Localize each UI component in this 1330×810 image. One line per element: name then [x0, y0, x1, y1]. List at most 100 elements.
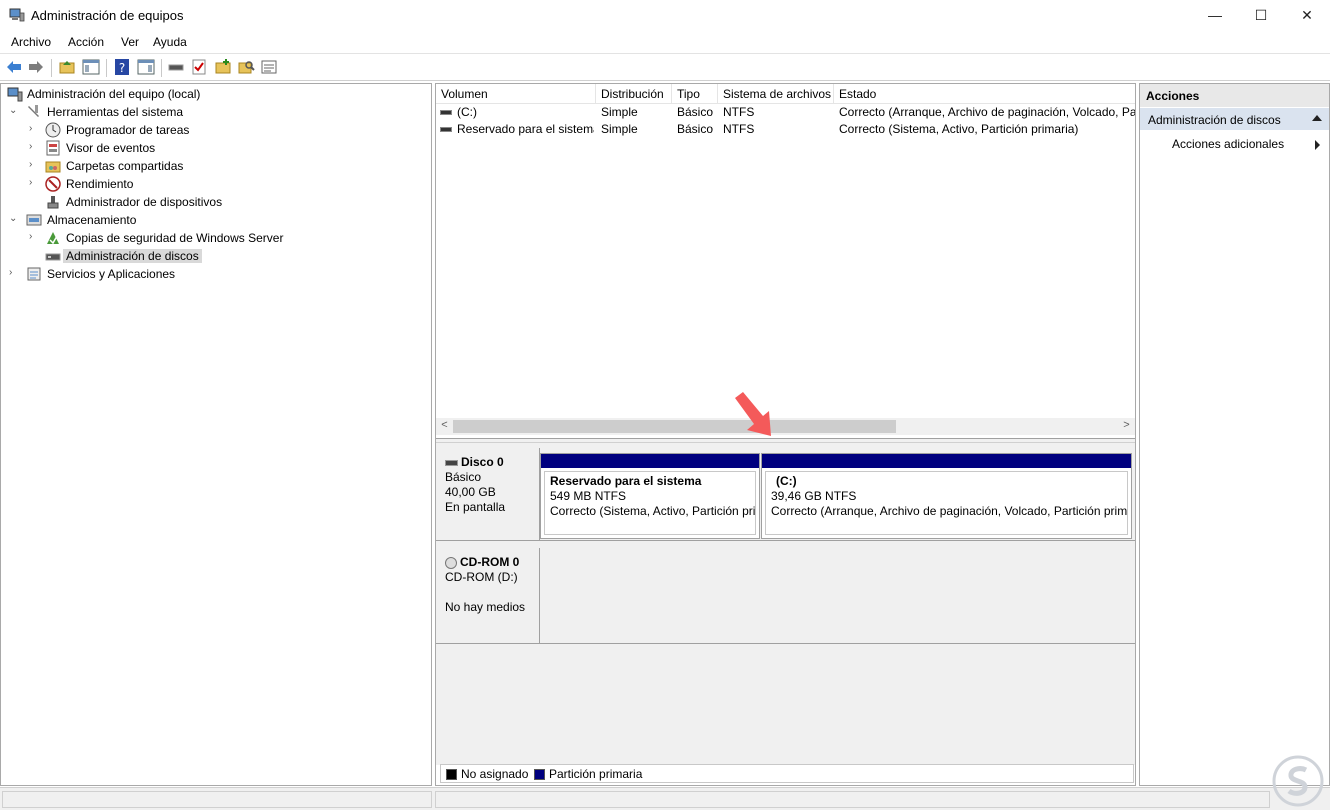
- svg-text:?: ?: [119, 61, 125, 75]
- tree-root-label: Administración del equipo (local): [27, 87, 201, 101]
- disk-management-icon: [45, 253, 61, 261]
- column-estado[interactable]: Estado: [834, 84, 1135, 104]
- collapse-up-icon[interactable]: [1312, 115, 1322, 121]
- table-row[interactable]: (C:) Simple Básico NTFS Correcto (Arranq…: [436, 104, 1135, 121]
- tree-item-label: Copias de seguridad de Windows Server: [66, 231, 284, 245]
- volume-type: Básico: [677, 105, 714, 119]
- toolbar: ?: [0, 53, 1330, 81]
- tree-item-label: Servicios y Aplicaciones: [47, 267, 176, 281]
- scroll-right-icon[interactable]: >: [1118, 419, 1135, 431]
- volume-layout: Simple: [601, 105, 638, 119]
- volume-type: Básico: [677, 122, 714, 136]
- action-pane-icon[interactable]: [137, 58, 155, 76]
- window-title: Administración de equipos: [31, 8, 184, 23]
- actions-pane: Acciones Administración de discos Accion…: [1139, 83, 1330, 786]
- partition-reserved[interactable]: Reservado para el sistema 549 MB NTFS Co…: [540, 453, 760, 539]
- partition-c[interactable]: (C:) 39,46 GB NTFS Correcto (Arranque, A…: [761, 453, 1132, 539]
- menu-ayuda[interactable]: Ayuda: [153, 35, 187, 49]
- logo-watermark-icon: [1272, 755, 1324, 807]
- more-actions-item[interactable]: Acciones adicionales: [1172, 137, 1284, 151]
- forward-arrow-icon[interactable]: [27, 58, 45, 76]
- performance-icon: [45, 176, 61, 192]
- computer-management-icon: [9, 8, 25, 22]
- properties-icon[interactable]: [260, 58, 278, 76]
- tree-item-label: Visor de eventos: [66, 141, 156, 155]
- checklist-icon[interactable]: [190, 58, 208, 76]
- scroll-left-icon[interactable]: <: [436, 419, 453, 431]
- volume-layout: Simple: [601, 122, 638, 136]
- horizontal-scrollbar[interactable]: < >: [436, 418, 1135, 435]
- minimize-button[interactable]: —: [1192, 0, 1238, 31]
- chevron-right-icon[interactable]: ›: [29, 159, 39, 171]
- status-bar: [0, 787, 1330, 810]
- submenu-arrow-icon[interactable]: [1315, 140, 1320, 150]
- tools-icon: [28, 105, 39, 117]
- shared-folder-icon: [45, 161, 61, 173]
- chevron-right-icon[interactable]: ›: [29, 177, 39, 189]
- column-volumen[interactable]: Volumen: [436, 84, 596, 104]
- partition-name: (C:): [776, 474, 797, 488]
- partition-name: Reservado para el sistema: [550, 474, 702, 488]
- tree-item-label: Administrador de dispositivos: [66, 195, 223, 209]
- computer-management-icon: [7, 87, 23, 102]
- legend-unallocated-swatch: [446, 769, 457, 780]
- new-folder-icon[interactable]: [214, 58, 232, 76]
- menu-ver[interactable]: Ver: [121, 35, 139, 49]
- cdrom-area: [540, 548, 1135, 644]
- table-row[interactable]: Reservado para el sistema Simple Básico …: [436, 121, 1135, 138]
- cdrom-icon: [445, 556, 457, 569]
- services-icon: [27, 267, 41, 281]
- show-hide-tree-icon[interactable]: [82, 58, 100, 76]
- search-folder-icon[interactable]: [237, 58, 255, 76]
- help-icon[interactable]: ?: [113, 58, 131, 76]
- storage-icon: [26, 214, 42, 226]
- column-tipo[interactable]: Tipo: [672, 84, 718, 104]
- disk-name: Disco 0: [461, 455, 504, 469]
- primary-partition-bar: [762, 454, 1131, 468]
- volume-icon: [440, 110, 452, 116]
- tree-item-label: Herramientas del sistema: [47, 105, 184, 119]
- cdrom-0-label[interactable]: CD-ROM 0 CD-ROM (D:) No hay medios: [436, 548, 540, 644]
- legend-primary-label: Partición primaria: [549, 767, 643, 781]
- column-distribucion[interactable]: Distribución: [596, 84, 672, 104]
- partition-status: Correcto (Sistema, Activo, Partición pri: [550, 504, 756, 518]
- clock-icon: [45, 122, 61, 138]
- disk-0-label[interactable]: Disco 0 Básico 40,00 GB En pantalla: [436, 448, 540, 541]
- actions-header: Acciones: [1140, 84, 1329, 107]
- disk-type: Básico: [445, 470, 482, 484]
- scrollbar-thumb[interactable]: [453, 420, 896, 433]
- volume-list-pane: Volumen Distribución Tipo Sistema de arc…: [435, 83, 1136, 786]
- legend-primary-swatch: [534, 769, 545, 780]
- tree-item-label: Carpetas compartidas: [66, 159, 184, 173]
- device-manager-icon: [47, 196, 59, 209]
- chevron-right-icon[interactable]: ›: [29, 231, 39, 243]
- menu-archivo[interactable]: Archivo: [11, 35, 51, 49]
- back-arrow-icon[interactable]: [5, 58, 23, 76]
- tree-item-label: Programador de tareas: [66, 123, 190, 137]
- partition-status: Correcto (Arranque, Archivo de paginació…: [771, 504, 1128, 518]
- tree-item-label: Almacenamiento: [47, 213, 137, 227]
- disk-icon[interactable]: [167, 58, 185, 76]
- actions-section-disk-management[interactable]: Administración de discos: [1140, 108, 1329, 130]
- volume-filesystem: NTFS: [723, 122, 755, 136]
- maximize-button[interactable]: ☐: [1238, 0, 1284, 31]
- volume-list-header: Volumen Distribución Tipo Sistema de arc…: [436, 84, 1135, 104]
- backup-icon: [47, 232, 59, 245]
- tree-item-label: Administración de discos: [63, 249, 202, 263]
- menu-accion[interactable]: Acción: [68, 35, 104, 49]
- legend-unallocated-label: No asignado: [461, 767, 529, 781]
- volume-name: Reservado para el sistema: [457, 122, 594, 136]
- chevron-down-icon[interactable]: ⌄: [9, 105, 19, 117]
- close-button[interactable]: ✕: [1284, 0, 1330, 31]
- annotation-arrow-icon: [735, 392, 771, 436]
- chevron-right-icon[interactable]: ›: [29, 123, 39, 135]
- column-sistema-archivos[interactable]: Sistema de archivos: [718, 84, 834, 104]
- chevron-down-icon[interactable]: ⌄: [9, 213, 19, 225]
- volume-filesystem: NTFS: [723, 105, 755, 119]
- title-bar: Administración de equipos — ☐ ✕: [0, 0, 1330, 31]
- chevron-right-icon[interactable]: ›: [9, 267, 19, 279]
- up-folder-icon[interactable]: [58, 58, 76, 76]
- volume-status: Correcto (Sistema, Activo, Partición pri…: [839, 122, 1079, 136]
- cdrom-drive: CD-ROM (D:): [445, 570, 518, 584]
- chevron-right-icon[interactable]: ›: [29, 141, 39, 153]
